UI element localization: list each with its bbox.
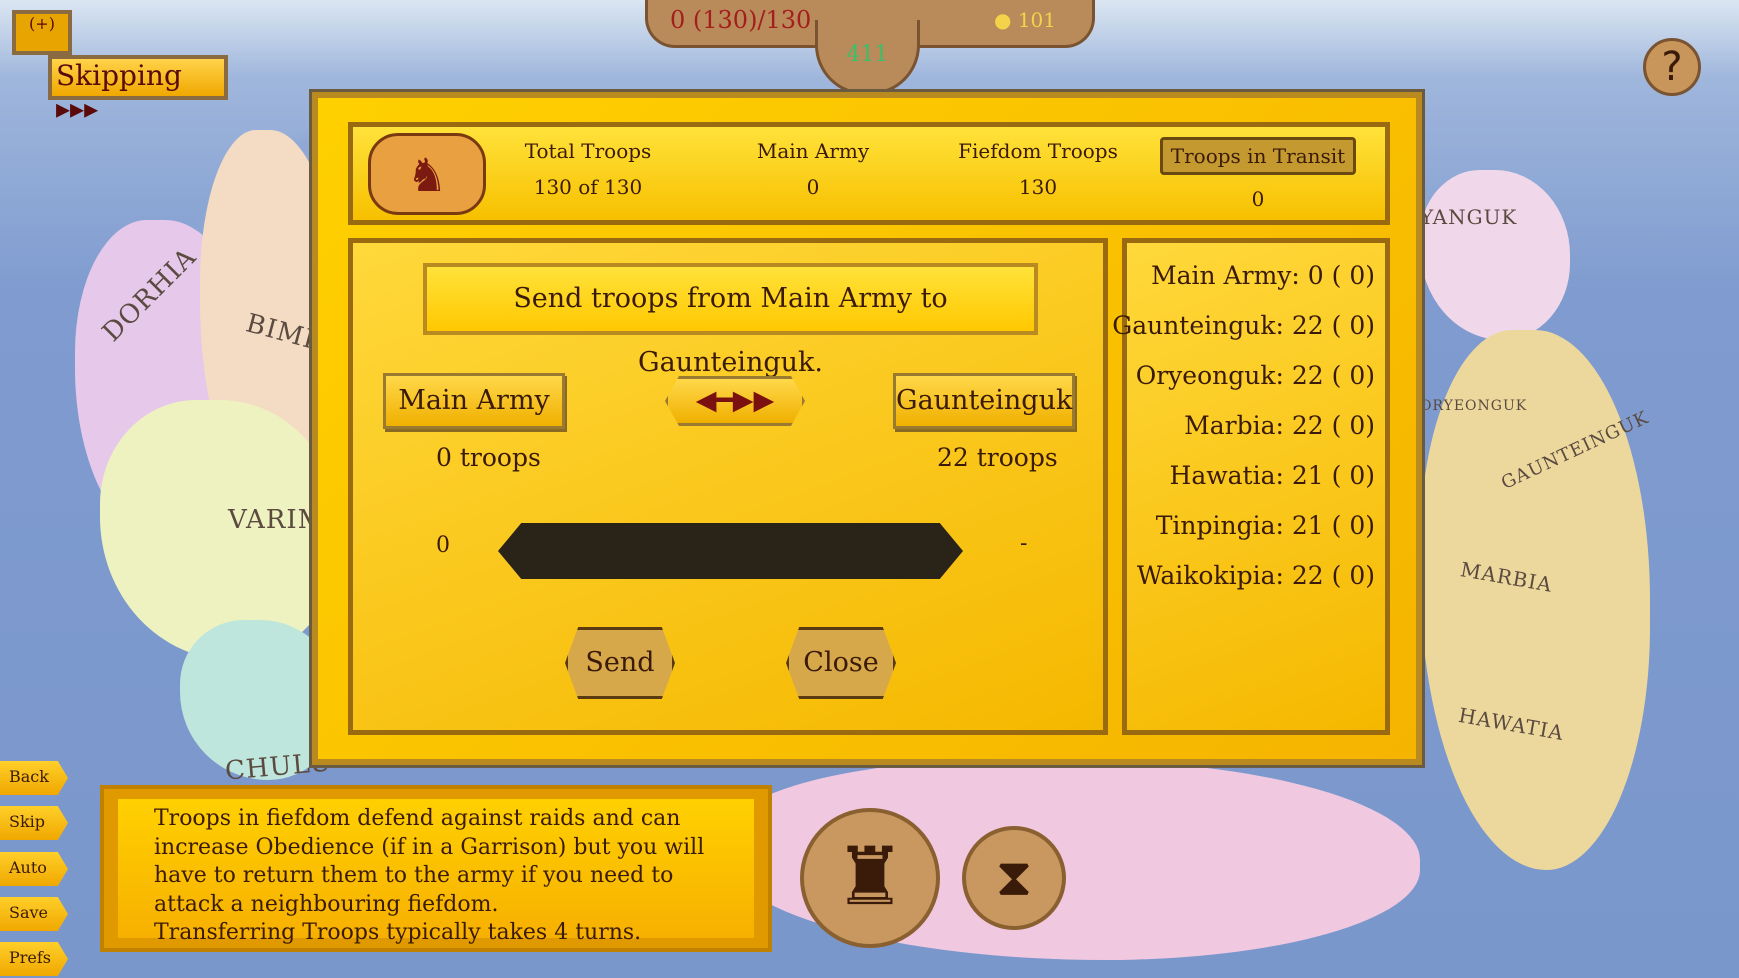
total-troops-label: Total Troops bbox=[524, 139, 652, 163]
source-main-army-button[interactable]: Main Army bbox=[383, 373, 565, 429]
total-troops-value: 130 of 130 bbox=[533, 175, 643, 199]
transfer-instruction: Send troops from Main Army to Gaunteingu… bbox=[423, 263, 1038, 378]
army-distribution-list: Main Army: 0 ( 0) Gaunteinguk: 22 ( 0) O… bbox=[1112, 238, 1390, 735]
list-item: Waikokipia: 22 ( 0) bbox=[1136, 561, 1375, 590]
back-button[interactable]: Back bbox=[0, 761, 68, 795]
gold-count: ● 101 bbox=[994, 8, 1056, 32]
skipping-button[interactable]: Skipping ▸▸▸ bbox=[48, 55, 228, 125]
send-button[interactable]: Send bbox=[565, 627, 675, 699]
fiefdom-troops-label: Fiefdom Troops bbox=[958, 139, 1118, 163]
main-army-label: Main Army bbox=[756, 139, 870, 163]
main-army-value: 0 bbox=[806, 175, 820, 199]
destination-troops: 22 troops bbox=[937, 443, 1058, 472]
troop-summary-header: ♞ Total Troops 130 of 130 Main Army 0 Fief… bbox=[348, 122, 1390, 225]
fiefdom-troops-value: 130 bbox=[1018, 175, 1058, 199]
skip-button[interactable]: Skip bbox=[0, 806, 68, 840]
map-label: ORYEONGUK bbox=[1420, 398, 1528, 414]
swap-direction-icon[interactable]: ◀━▶▶ bbox=[665, 376, 805, 426]
chat-button[interactable]: (+) bbox=[12, 10, 72, 55]
transfer-panel: Send troops from Main Army to Gaunteingu… bbox=[348, 238, 1108, 735]
help-button[interactable]: ? bbox=[1643, 38, 1701, 96]
list-item: Oryeonguk: 22 ( 0) bbox=[1135, 361, 1375, 390]
castle-icon: ♜ bbox=[834, 830, 906, 923]
troops-in-transit-value: 0 bbox=[1251, 187, 1265, 211]
coin-icon: ● bbox=[994, 8, 1018, 32]
list-item: Marbia: 22 ( 0) bbox=[1184, 411, 1375, 440]
wait-turn-button[interactable]: ⧗ bbox=[962, 826, 1066, 930]
auto-button[interactable]: Auto bbox=[0, 852, 68, 886]
save-button[interactable]: Save bbox=[0, 897, 68, 931]
hourglass-icon: ⧗ bbox=[995, 848, 1033, 908]
map-label: YANGUK bbox=[1420, 205, 1518, 229]
prefs-button[interactable]: Prefs bbox=[0, 942, 68, 976]
destination-gaunteinguk-button[interactable]: Gaunteinguk bbox=[893, 373, 1075, 429]
slider-min: 0 bbox=[436, 533, 450, 558]
slider-max: - bbox=[1020, 531, 1028, 556]
region-yanguk[interactable] bbox=[1420, 170, 1570, 340]
turn-number: 411 bbox=[846, 42, 889, 67]
source-troops: 0 troops bbox=[436, 443, 541, 472]
tooltip-note: Transferring Troops typically takes 4 tu… bbox=[154, 920, 642, 945]
list-item: Hawatia: 21 ( 0) bbox=[1169, 461, 1375, 490]
castle-button[interactable]: ♜ bbox=[800, 808, 940, 948]
troops-in-transit-button[interactable]: Troops in Transit bbox=[1159, 137, 1357, 175]
troop-amount-slider[interactable] bbox=[498, 523, 963, 579]
troop-count: 0 (130)/130 bbox=[670, 6, 812, 34]
list-item: Main Army: 0 ( 0) bbox=[1151, 261, 1375, 290]
tooltip-text: Troops in fiefdom defend against raids a… bbox=[154, 806, 705, 917]
tooltip: Troops in fiefdom defend against raids a… bbox=[100, 785, 772, 952]
troop-transfer-dialog: ♞ Total Troops 130 of 130 Main Army 0 Fief… bbox=[312, 92, 1422, 765]
cavalry-emblem-icon: ♞ bbox=[368, 133, 486, 215]
list-item: Tinpingia: 21 ( 0) bbox=[1155, 511, 1375, 540]
close-button[interactable]: Close bbox=[786, 627, 896, 699]
list-item: Gaunteinguk: 22 ( 0) bbox=[1112, 311, 1375, 340]
